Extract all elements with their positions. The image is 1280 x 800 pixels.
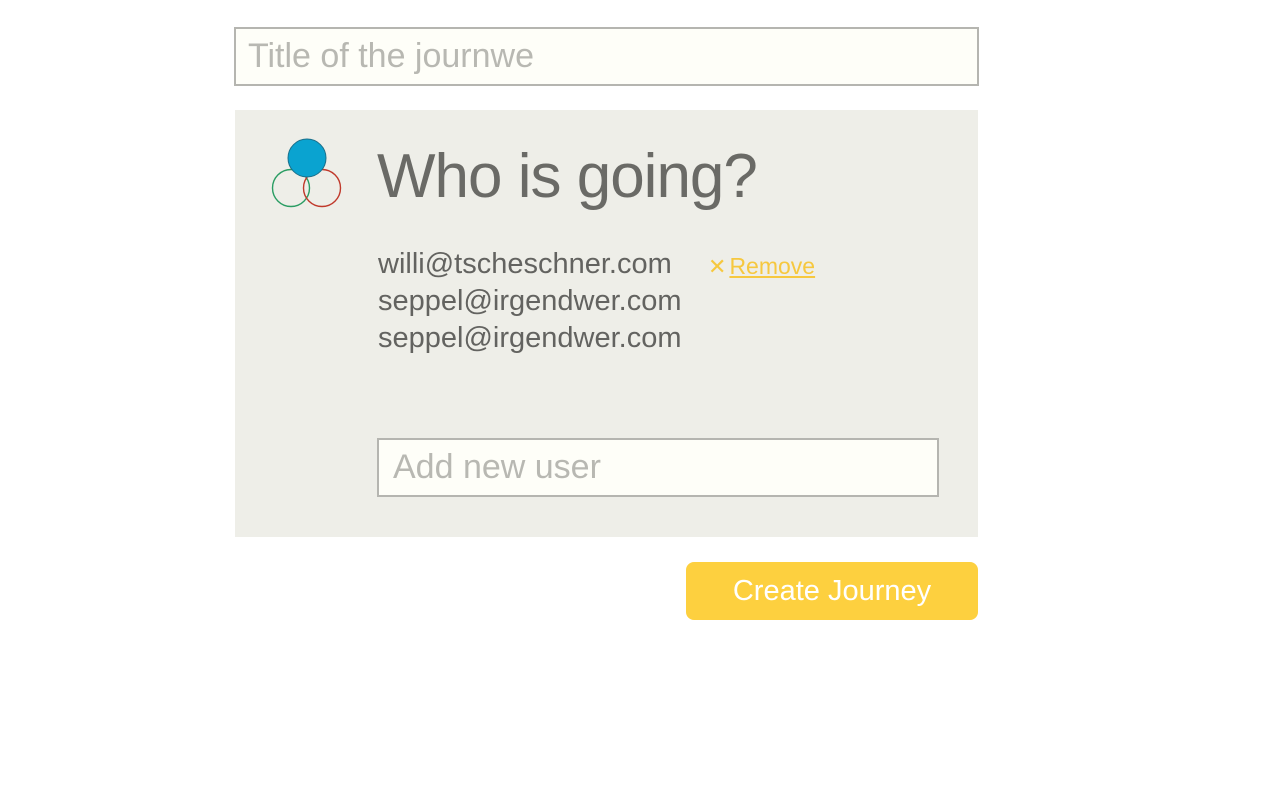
- list-item: willi@tscheschner.com ✕ Remove: [378, 246, 815, 283]
- create-journey-button[interactable]: Create Journey: [686, 562, 978, 620]
- list-item: seppel@irgendwer.com: [378, 283, 681, 320]
- participants-panel: Who is going? willi@tscheschner.com ✕ Rem…: [235, 110, 978, 537]
- remove-label: Remove: [729, 253, 816, 279]
- create-journey-page: Who is going? willi@tscheschner.com ✕Rem…: [0, 0, 1280, 800]
- people-group-icon: [271, 138, 342, 208]
- member-list: willi@tscheschner.com ✕ Remove seppel@irg…: [378, 246, 815, 357]
- add-user-input[interactable]: [377, 438, 939, 497]
- journey-title-input[interactable]: [234, 27, 979, 86]
- panel-heading: Who is going?: [377, 142, 758, 211]
- member-email: seppel@irgendwer.com: [378, 285, 682, 317]
- remove-member-link[interactable]: ✕ Remove: [708, 249, 815, 284]
- member-email: seppel@irgendwer.com: [378, 322, 682, 354]
- member-email: willi@tscheschner.com: [378, 248, 672, 280]
- list-item: seppel@irgendwer.com: [378, 320, 681, 357]
- x-icon: ✕: [708, 254, 727, 279]
